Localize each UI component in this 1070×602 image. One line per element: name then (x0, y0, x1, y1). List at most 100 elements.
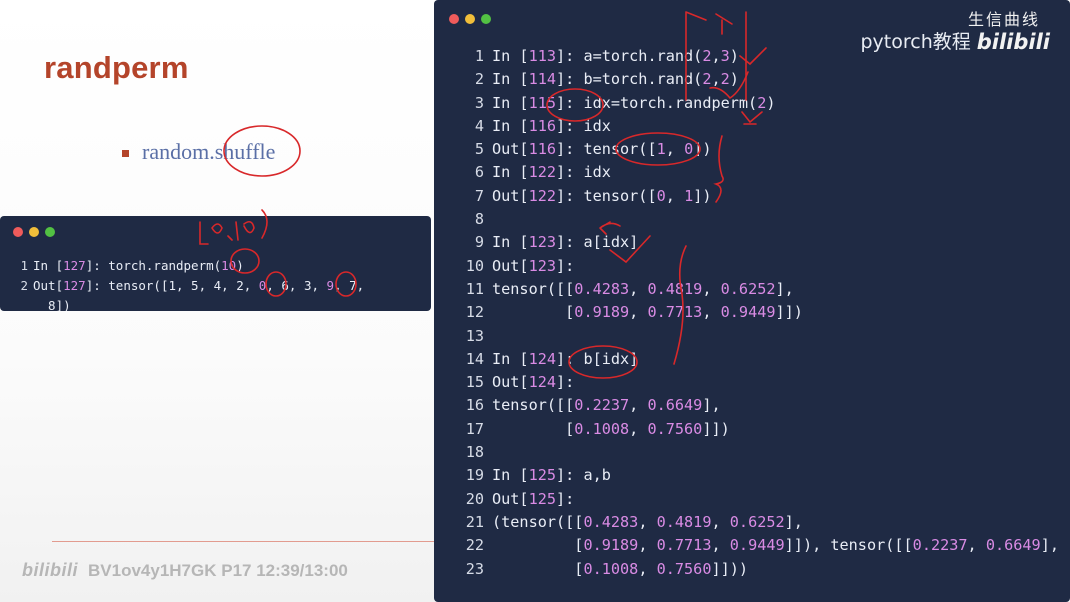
code-text: , (702, 303, 721, 322)
bilibili-logo: bilibili (22, 560, 78, 580)
code-line: 7 Out[122]: tensor([0, 1]) (452, 185, 1059, 208)
code-text: ) (236, 258, 244, 273)
code-line: 1 In [127]: torch.randperm(10) (18, 256, 364, 276)
code-text: , (711, 536, 730, 555)
code-line: 6 In [122]: idx (452, 161, 1059, 184)
minimize-dot-icon[interactable] (465, 14, 475, 24)
code-number: 3 (720, 47, 730, 65)
code-line: 13 (452, 325, 1059, 348)
code-text: ]: a[idx] (556, 233, 639, 252)
code-line: 19 In [125]: a,b (452, 464, 1059, 487)
code-number: 0.2237 (574, 396, 630, 415)
line-number: 22 (465, 536, 484, 555)
code-text: In [ (492, 47, 529, 65)
code-number: 0.9449 (720, 303, 776, 322)
line-number: 9 (474, 233, 484, 252)
line-number: 6 (474, 163, 484, 182)
maximize-dot-icon[interactable] (45, 227, 55, 237)
video-id-text: BV1ov4y1H7GK P17 12:39/13:00 (88, 560, 348, 580)
maximize-dot-icon[interactable] (481, 14, 491, 24)
code-text: In [ (492, 466, 529, 485)
code-text: ]: b[idx] (556, 349, 639, 368)
line-number: 10 (465, 256, 484, 275)
close-dot-icon[interactable] (449, 14, 459, 24)
code-text: , (629, 279, 648, 298)
video-watermark: bilibili BV1ov4y1H7GK P17 12:39/13:00 (22, 560, 348, 581)
line-number: 13 (465, 326, 484, 345)
code-text: 8]) (33, 298, 71, 311)
code-text: Out[ (492, 186, 529, 205)
code-text: [ (492, 419, 575, 438)
code-text: , (967, 536, 986, 555)
code-text: In [ (492, 93, 529, 112)
code-line: 21 (tensor([[0.4283, 0.4819, 0.6252], (452, 511, 1059, 534)
code-text: ]: (556, 489, 575, 508)
code-text: ]: torch.randperm( (85, 258, 222, 273)
window-controls (13, 227, 55, 237)
code-number: 0.7713 (656, 536, 712, 555)
code-text: ]: (556, 373, 575, 392)
code-text: ]: idx=torch.randperm( (556, 93, 758, 112)
code-text: ]: a,b (556, 466, 611, 485)
bullet-item: random.shuffle (122, 139, 275, 165)
line-number: 5 (474, 140, 484, 159)
code-text: , (711, 70, 721, 89)
code-number: 10 (221, 258, 237, 273)
line-number: 19 (465, 466, 484, 485)
code-text: In [ (492, 233, 529, 252)
code-line: 8 (452, 208, 1059, 231)
code-line: 5 Out[116]: tensor([1, 0]) (452, 138, 1059, 161)
line-number: 4 (474, 116, 484, 135)
code-number: 122 (528, 163, 557, 182)
line-number: 15 (465, 373, 484, 392)
code-number: 0.2237 (912, 536, 968, 555)
code-line: 8]) (18, 296, 364, 311)
code-text: Out[ (492, 140, 529, 159)
code-line: 9 In [123]: a[idx] (452, 231, 1059, 254)
code-text: ]: tensor([ (556, 186, 657, 205)
code-number: 122 (528, 186, 557, 205)
code-text: In [ (492, 116, 529, 135)
close-dot-icon[interactable] (13, 227, 23, 237)
code-text: , 7, (334, 278, 365, 293)
code-number: 125 (528, 466, 557, 485)
code-number: 0 (684, 140, 694, 159)
code-text: ]) (693, 186, 712, 205)
line-number: 18 (465, 443, 484, 462)
code-line: 23 [0.1008, 0.7560]])) (452, 558, 1059, 581)
code-text: In [ (492, 70, 529, 89)
main-terminal-code: 1 In [113]: a=torch.rand(2,3) 2 In [114]: b… (452, 45, 1059, 581)
code-line: 20 Out[125]: (452, 488, 1059, 511)
code-number: 125 (528, 489, 557, 508)
code-number: 0.4283 (583, 512, 639, 531)
code-text: Out[ (492, 489, 529, 508)
code-text: tensor([[ (492, 279, 575, 298)
minimize-dot-icon[interactable] (29, 227, 39, 237)
code-line: 1 In [113]: a=torch.rand(2,3) (452, 45, 1059, 68)
code-text: ]: b=torch.rand( (556, 70, 703, 89)
code-text: Out[ (492, 256, 529, 275)
code-line: 2 Out[127]: tensor([1, 5, 4, 2, 0, 6, 3, … (18, 276, 364, 296)
code-text: , (702, 279, 721, 298)
code-text: ]: tensor([1, 5, 4, 2, (85, 278, 259, 293)
code-text: ]) (693, 140, 712, 159)
code-text: ]: (556, 256, 575, 275)
code-text: ], (784, 512, 803, 531)
code-text: , 6, 3, (266, 278, 327, 293)
code-line: 10 Out[123]: (452, 255, 1059, 278)
code-text: In [ (492, 349, 529, 368)
code-number: 0.6649 (647, 396, 703, 415)
code-text: In [ (33, 258, 64, 273)
code-text: ) (729, 47, 739, 65)
code-text: ) (729, 70, 739, 89)
line-number: 21 (465, 512, 484, 531)
code-number: 127 (63, 258, 86, 273)
code-text: , (638, 512, 657, 531)
code-number: 124 (528, 349, 557, 368)
code-line: 4 In [116]: idx (452, 115, 1059, 138)
code-line: 17 [0.1008, 0.7560]]) (452, 418, 1059, 441)
code-number: 123 (528, 233, 557, 252)
line-number: 23 (465, 559, 484, 578)
code-text: , (638, 536, 657, 555)
code-text: ) (766, 93, 776, 112)
